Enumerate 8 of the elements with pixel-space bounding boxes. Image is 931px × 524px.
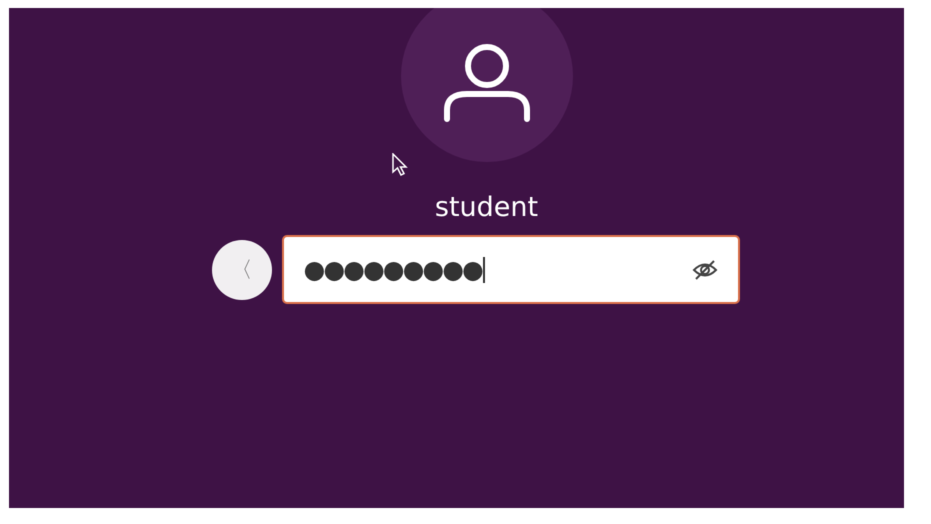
username: student [434, 192, 538, 223]
eye-slash-icon[interactable] [692, 258, 718, 280]
person-icon [442, 42, 532, 122]
password-value: ●●●●●●●●● [304, 255, 482, 284]
mouse-pointer-icon [392, 153, 408, 177]
back-button[interactable]: 〈 [212, 240, 272, 300]
text-caret [482, 256, 485, 282]
password-field[interactable]: ●●●●●●●●● [282, 235, 740, 304]
